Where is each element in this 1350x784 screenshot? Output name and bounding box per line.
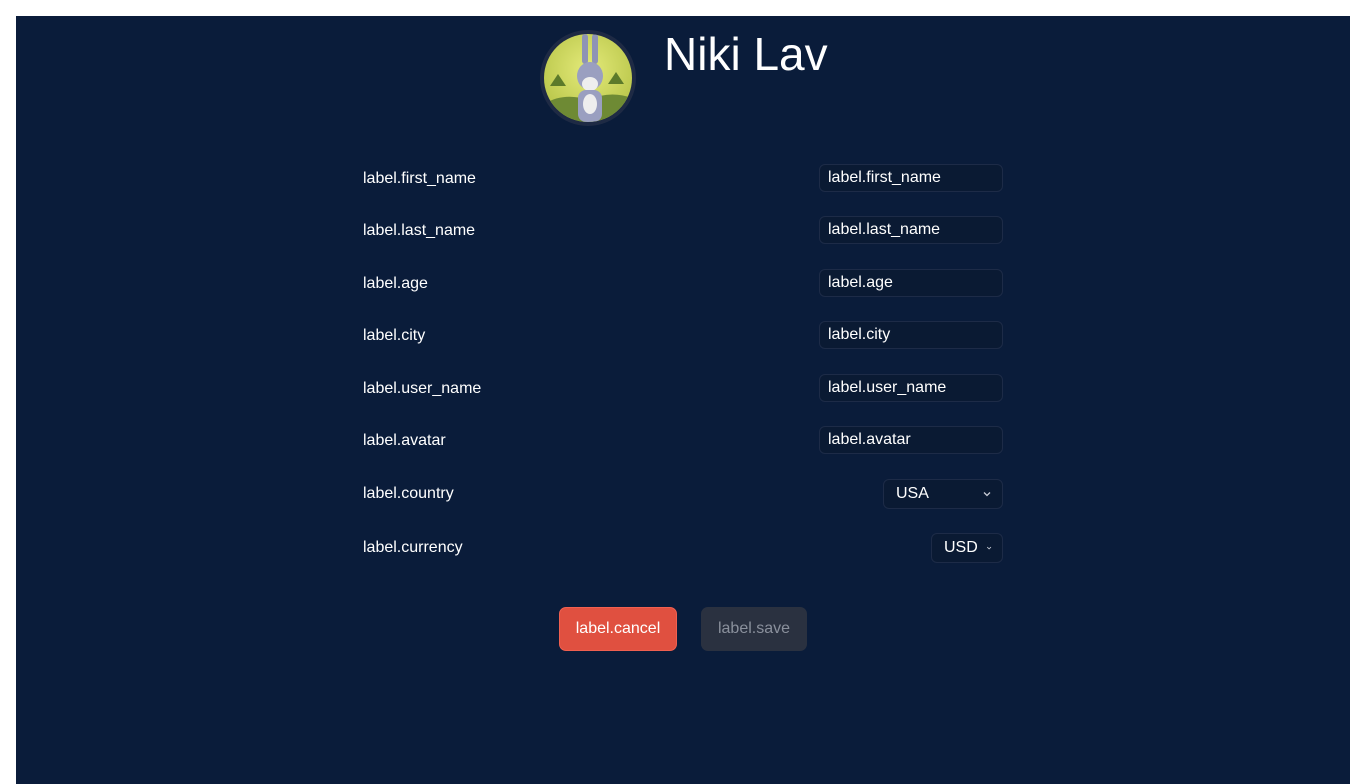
cancel-button[interactable]: label.cancel <box>559 607 677 651</box>
chevron-down-icon <box>983 492 991 497</box>
first-name-row: label.first_name <box>363 164 1003 194</box>
age-input[interactable] <box>819 269 1003 297</box>
country-row: label.country USA <box>363 479 1003 509</box>
avatar-input[interactable] <box>819 426 1003 454</box>
currency-select[interactable]: USD <box>931 533 1003 563</box>
avatar-image <box>544 34 632 122</box>
currency-label: label.currency <box>363 539 463 556</box>
profile-edit-panel: Niki Lav label.first_name label.last_nam… <box>16 16 1350 784</box>
country-select-value: USA <box>896 485 929 502</box>
city-input[interactable] <box>819 321 1003 349</box>
age-label: label.age <box>363 275 428 292</box>
chevron-down-icon <box>986 546 992 550</box>
first-name-input[interactable] <box>819 164 1003 192</box>
last-name-input[interactable] <box>819 216 1003 244</box>
country-select[interactable]: USA <box>883 479 1003 509</box>
save-button[interactable]: label.save <box>701 607 807 651</box>
user-name-input[interactable] <box>819 374 1003 402</box>
city-row: label.city <box>363 321 1003 351</box>
avatar-label: label.avatar <box>363 432 446 449</box>
profile-display-name: Niki Lav <box>664 28 828 80</box>
last-name-row: label.last_name <box>363 216 1003 246</box>
profile-avatar <box>540 30 636 126</box>
country-label: label.country <box>363 485 454 502</box>
user-name-row: label.user_name <box>363 374 1003 404</box>
avatar-row: label.avatar <box>363 426 1003 456</box>
user-name-label: label.user_name <box>363 380 482 397</box>
city-label: label.city <box>363 327 426 344</box>
last-name-label: label.last_name <box>363 222 476 239</box>
first-name-label: label.first_name <box>363 170 476 187</box>
age-row: label.age <box>363 269 1003 299</box>
currency-row: label.currency USD <box>363 533 1003 563</box>
currency-select-value: USD <box>944 539 978 556</box>
